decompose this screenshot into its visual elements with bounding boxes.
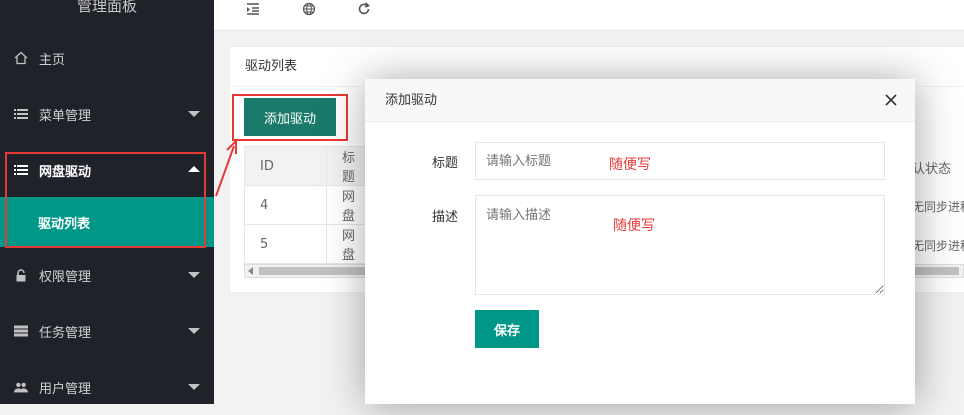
annotation-note: 随便写: [613, 218, 655, 234]
description-label: 描述: [432, 210, 459, 225]
driver-table: ID 标题 4 网盘 5 网盘: [244, 146, 372, 264]
refresh-icon[interactable]: [355, 0, 373, 18]
title-label: 标题: [432, 156, 459, 171]
annotation-highlight-box: [5, 152, 206, 248]
sidebar-item-label: 权限管理: [39, 269, 92, 285]
globe-icon[interactable]: [300, 0, 318, 18]
sidebar-item-user-management[interactable]: 用户管理: [0, 359, 214, 415]
tasks-icon: [14, 324, 28, 338]
chevron-down-icon: [188, 272, 200, 278]
annotation-note: 随便写: [609, 157, 651, 173]
sidebar: 管理面板 主页 菜单管理 网盘驱动 驱动列表 权限管理 任务管理 用户管理: [0, 0, 214, 404]
home-icon: [14, 51, 28, 65]
list-icon: [14, 107, 28, 121]
indent-icon[interactable]: [244, 0, 262, 18]
scroll-left-arrow-icon[interactable]: [248, 267, 253, 275]
title-input[interactable]: [475, 142, 885, 180]
description-textarea[interactable]: [475, 195, 885, 295]
annotation-arrow-icon: [215, 138, 237, 197]
top-header: [214, 0, 964, 31]
dialog-title: 添加驱动: [365, 79, 915, 122]
sidebar-item-label: 任务管理: [39, 325, 92, 341]
table-row[interactable]: 5 网盘: [244, 224, 372, 264]
brand-title: 管理面板: [76, 0, 137, 15]
sidebar-item-label: 用户管理: [39, 381, 92, 397]
table-header-title: 标题: [325, 146, 372, 186]
chevron-down-icon: [188, 328, 200, 334]
table-cell-id: 4: [244, 185, 327, 225]
save-button[interactable]: 保存: [475, 310, 539, 348]
sidebar-item-home[interactable]: 主页: [0, 30, 214, 86]
lock-icon: [14, 268, 28, 282]
users-icon: [14, 380, 28, 394]
annotation-highlight-box: [232, 94, 348, 141]
add-driver-dialog: 添加驱动 标题 随便写 描述 随便写 保存: [365, 79, 915, 404]
table-row[interactable]: 4 网盘: [244, 185, 372, 225]
table-cell-title: 网盘: [325, 185, 372, 225]
sidebar-item-task-management[interactable]: 任务管理: [0, 303, 214, 359]
sidebar-item-label: 主页: [39, 52, 66, 68]
chevron-down-icon: [188, 111, 200, 117]
sidebar-item-menu-management[interactable]: 菜单管理: [0, 86, 214, 142]
table-header-sync-status: 认状态: [912, 162, 952, 177]
table-cell-id: 5: [244, 224, 327, 264]
table-cell-sync-status: 无同步进程: [912, 200, 964, 214]
table-header-id: ID: [244, 146, 327, 186]
table-cell-sync-status: 无同步进程: [912, 239, 964, 253]
table-cell-title: 网盘: [325, 224, 372, 264]
chevron-down-icon: [188, 384, 200, 390]
sidebar-item-permission-management[interactable]: 权限管理: [0, 247, 214, 303]
close-icon[interactable]: [883, 92, 899, 108]
sidebar-item-label: 菜单管理: [39, 108, 92, 124]
